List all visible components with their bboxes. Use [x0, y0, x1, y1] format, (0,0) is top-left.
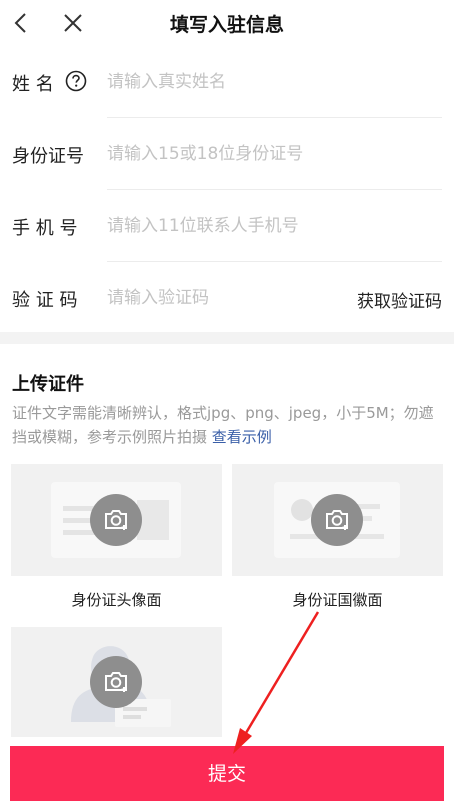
- name-row: 姓 名: [0, 46, 454, 118]
- id-number-label: 身份证号: [12, 146, 84, 167]
- verification-code-input[interactable]: [107, 288, 327, 308]
- id-number-row: 身份证号: [0, 118, 454, 190]
- id-number-input[interactable]: [107, 144, 407, 164]
- upload-card-handheld[interactable]: [11, 627, 222, 737]
- camera-icon: [90, 656, 142, 708]
- phone-row: 手 机 号: [0, 190, 454, 262]
- verification-code-row: 验 证 码 获取验证码: [0, 262, 454, 334]
- submit-button[interactable]: 提交: [10, 746, 444, 801]
- name-input[interactable]: [107, 72, 407, 92]
- view-example-link[interactable]: 查看示例: [212, 428, 272, 446]
- upload-card-id-front[interactable]: [11, 464, 222, 576]
- verification-code-label: 验 证 码: [12, 290, 78, 311]
- upload-section-title: 上传证件: [12, 374, 84, 395]
- name-label: 姓 名: [12, 74, 54, 95]
- get-code-button[interactable]: 获取验证码: [357, 287, 442, 312]
- upload-description: 证件文字需能清晰辨认，格式jpg、png、jpeg，小于5M；勿遮挡或模糊，参考…: [12, 401, 448, 449]
- camera-icon: [311, 494, 363, 546]
- page-title: 填写入驻信息: [169, 14, 284, 36]
- phone-label: 手 机 号: [12, 218, 78, 239]
- upload-card-caption: 身份证头像面: [71, 591, 162, 609]
- upload-card-caption: 身份证国徽面: [292, 591, 383, 609]
- question-circle-icon[interactable]: [65, 70, 87, 92]
- camera-icon: [90, 494, 142, 546]
- header-bar: 填写入驻信息: [0, 0, 454, 46]
- section-gap: [0, 332, 454, 344]
- upload-card-id-back[interactable]: [232, 464, 443, 576]
- phone-input[interactable]: [107, 216, 407, 236]
